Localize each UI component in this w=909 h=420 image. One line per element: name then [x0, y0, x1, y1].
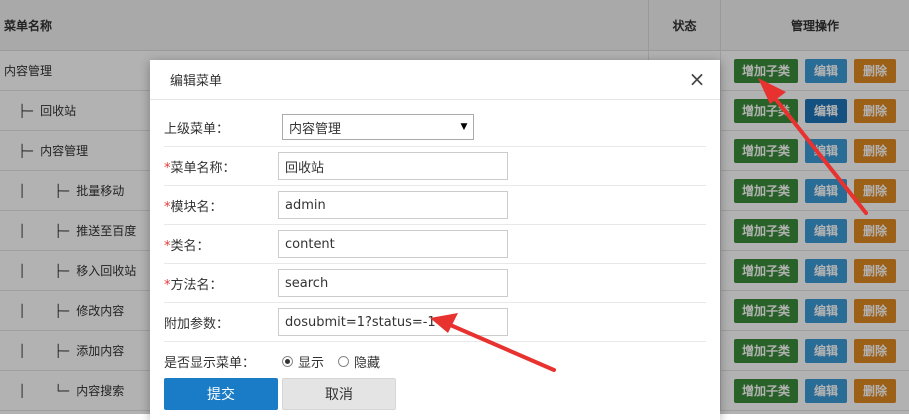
menu-name-label: 菜单名称：	[170, 160, 236, 176]
dialog-header: 编辑菜单 ×	[150, 60, 720, 100]
radio-show-label: 显示	[298, 356, 325, 371]
form-row-parent: 上级菜单： 内容管理 ▼	[164, 108, 706, 147]
close-icon[interactable]: ×	[688, 69, 706, 89]
parent-menu-selected: 内容管理	[289, 121, 342, 137]
radio-checked-icon	[282, 356, 293, 367]
menu-name-input[interactable]: 回收站	[278, 152, 508, 180]
display-radio-group: 显示 隐藏	[282, 352, 380, 371]
form-row-method: *方法名： search	[164, 264, 706, 303]
module-name-input[interactable]: admin	[278, 191, 508, 219]
dropdown-caret-icon: ▼	[460, 122, 468, 132]
edit-menu-dialog: 编辑菜单 × 上级菜单： 内容管理 ▼ *菜单名称： 回收站 *模块名： adm…	[150, 60, 720, 420]
parent-menu-label: 上级菜单：	[164, 121, 230, 137]
method-name-label: 方法名：	[170, 277, 223, 293]
method-name-input[interactable]: search	[278, 269, 508, 297]
class-name-input[interactable]: content	[278, 230, 508, 258]
submit-button[interactable]: 提交	[164, 378, 278, 410]
parent-menu-select[interactable]: 内容管理 ▼	[282, 114, 474, 140]
form-row-name: *菜单名称： 回收站	[164, 147, 706, 186]
radio-show[interactable]: 显示	[282, 352, 324, 371]
dialog-actions: 提交 取消	[164, 378, 396, 410]
form-row-params: 附加参数： dosubmit=1?status=-1	[164, 303, 706, 342]
params-input[interactable]: dosubmit=1?status=-1	[278, 308, 508, 336]
cancel-button[interactable]: 取消	[282, 378, 396, 410]
class-name-label: 类名：	[170, 238, 210, 254]
form-row-display: 是否显示菜单： 显示 隐藏	[164, 342, 706, 381]
edit-menu-form: 上级菜单： 内容管理 ▼ *菜单名称： 回收站 *模块名： admin *类名：…	[164, 108, 706, 381]
params-label: 附加参数：	[164, 316, 230, 332]
form-row-class: *类名： content	[164, 225, 706, 264]
radio-hide-label: 隐藏	[354, 356, 381, 371]
form-row-module: *模块名： admin	[164, 186, 706, 225]
module-name-label: 模块名：	[170, 199, 223, 215]
dialog-title: 编辑菜单	[170, 74, 223, 89]
display-menu-label: 是否显示菜单：	[164, 356, 256, 371]
radio-hide[interactable]: 隐藏	[338, 352, 380, 371]
radio-unchecked-icon	[338, 356, 350, 367]
